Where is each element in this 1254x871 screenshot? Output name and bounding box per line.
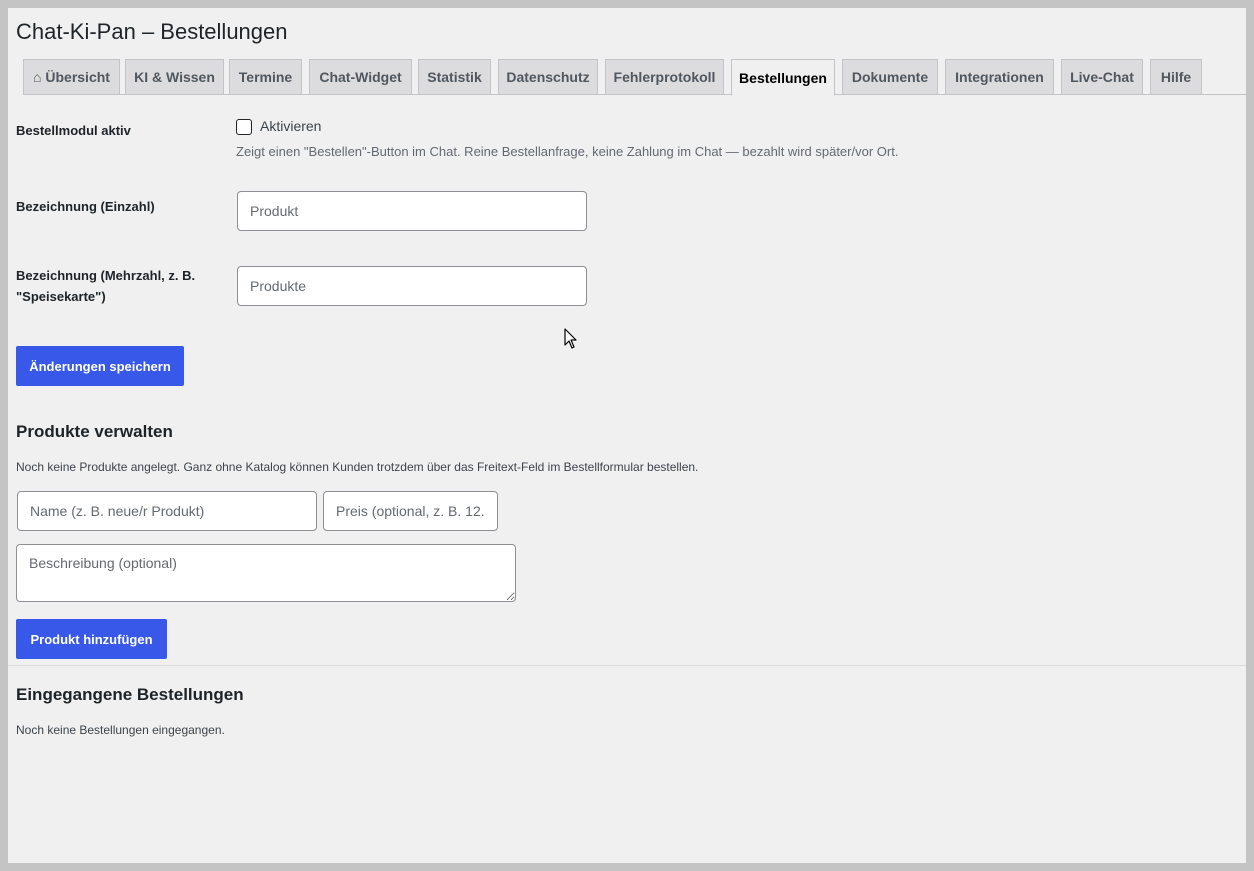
singular-input[interactable] (237, 191, 587, 231)
tab-integrationen[interactable]: Integrationen (945, 59, 1054, 95)
tab-dokumente[interactable]: Dokumente (842, 59, 938, 95)
products-empty-text: Noch keine Produkte angelegt. Ganz ohne … (16, 460, 699, 474)
singular-label: Bezeichnung (Einzahl) (16, 199, 155, 214)
tab-statistik[interactable]: Statistik (418, 59, 491, 95)
module-description: Zeigt einen "Bestellen"-Button im Chat. … (236, 144, 899, 159)
product-price-input[interactable] (323, 491, 498, 531)
module-active-checkbox-label[interactable]: Aktivieren (260, 118, 321, 134)
products-heading: Produkte verwalten (16, 422, 173, 441)
section-divider (8, 665, 1246, 666)
tab-bar: ⌂ Übersicht KI & Wissen Termine Chat-Wid… (23, 59, 1246, 96)
admin-page: Chat-Ki-Pan – Bestellungen ⌂ Übersicht K… (8, 8, 1246, 863)
tab-datenschutz[interactable]: Datenschutz (498, 59, 598, 95)
tab-fehlerprotokoll[interactable]: Fehlerprotokoll (605, 59, 724, 95)
plural-label: Bezeichnung (Mehrzahl, z. B. "Speisekart… (16, 265, 195, 307)
module-active-label: Bestellmodul aktiv (16, 123, 131, 138)
orders-heading: Eingegangene Bestellungen (16, 685, 244, 704)
tab-chat-widget[interactable]: Chat-Widget (309, 59, 412, 95)
tab-ki-wissen[interactable]: KI & Wissen (125, 59, 224, 95)
module-active-checkbox[interactable] (236, 119, 252, 135)
orders-empty-text: Noch keine Bestellungen eingegangen. (16, 723, 225, 737)
plural-input[interactable] (237, 266, 587, 306)
product-name-input[interactable] (17, 491, 317, 531)
save-button[interactable]: Änderungen speichern (16, 346, 184, 386)
plural-label-line-1: Bezeichnung (Mehrzahl, z. B. (16, 268, 196, 283)
tab-live-chat[interactable]: Live-Chat (1061, 59, 1143, 95)
product-description-textarea[interactable] (16, 544, 516, 602)
tab-termine[interactable]: Termine (229, 59, 302, 95)
add-product-button[interactable]: Produkt hinzufügen (16, 619, 167, 659)
tab-hilfe[interactable]: Hilfe (1150, 59, 1202, 95)
plural-label-line-2: "Speisekarte") (16, 289, 106, 304)
mouse-cursor-icon (564, 328, 577, 349)
page-title: Chat-Ki-Pan – Bestellungen (16, 19, 288, 44)
tab-uebersicht[interactable]: ⌂ Übersicht (23, 59, 120, 95)
tab-bestellungen[interactable]: Bestellungen (731, 59, 835, 96)
